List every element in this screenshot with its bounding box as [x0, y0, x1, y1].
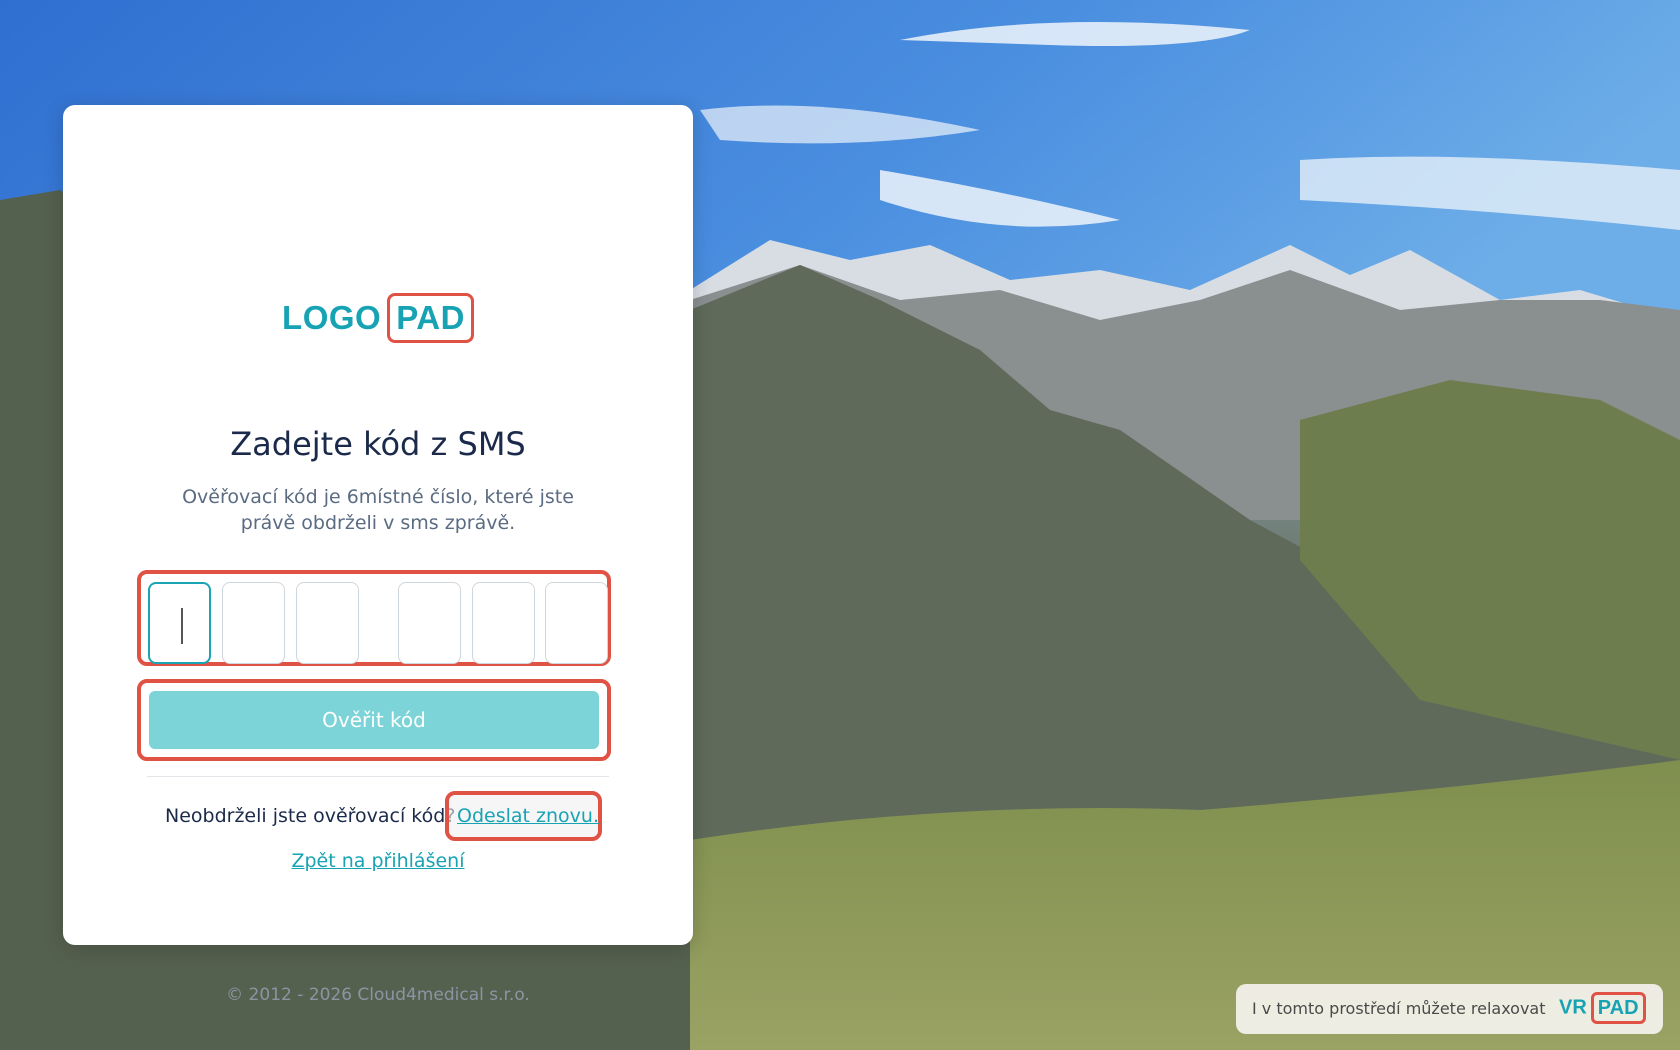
copyright: © 2012 - 2026 Cloud4medical s.r.o. — [226, 985, 530, 1005]
verify-code-button[interactable]: Ověřit kód — [149, 691, 599, 749]
promo-logo-text: VR — [1559, 996, 1587, 1019]
code-digit-5[interactable] — [472, 582, 535, 664]
resend-code-link[interactable]: Odeslat znovu. — [457, 805, 599, 827]
divider — [147, 776, 609, 777]
logo-text: LOGO — [282, 299, 382, 336]
resend-question: Neobdrželi jste ověřovací kód? — [165, 805, 456, 827]
login-page: LOGO PAD Zadejte kód z SMS Ověřovací kód … — [0, 0, 1680, 1050]
resend-link-highlight: Odeslat znovu. — [445, 791, 602, 841]
login-card: LOGO PAD Zadejte kód z SMS Ověřovací kód … — [63, 105, 693, 1005]
logo: LOGO PAD — [63, 293, 693, 343]
promo-logo[interactable]: VR PAD — [1559, 992, 1646, 1024]
page-subtitle: Ověřovací kód je 6místné číslo, které js… — [182, 486, 574, 534]
verify-button-highlight: Ověřit kód — [137, 679, 611, 761]
code-digit-3[interactable] — [296, 582, 359, 664]
promo-logo-text-highlight: PAD — [1590, 992, 1646, 1024]
logo-text-highlight: PAD — [387, 293, 474, 343]
code-digit-4[interactable] — [398, 582, 461, 664]
promo-text: I v tomto prostředí můžete relaxovat — [1252, 999, 1546, 1018]
back-to-login-link[interactable]: Zpět na přihlášení — [63, 850, 693, 872]
code-digit-6[interactable] — [545, 582, 608, 664]
page-title: Zadejte kód z SMS — [230, 425, 526, 463]
code-digit-2[interactable] — [222, 582, 285, 664]
sms-code-input-group — [137, 570, 611, 666]
resend-row: Neobdrželi jste ověřovací kód? Odeslat z… — [63, 791, 693, 841]
code-digit-1[interactable] — [148, 582, 211, 664]
promo-banner: I v tomto prostředí můžete relaxovat VR P… — [1236, 984, 1663, 1034]
text-cursor — [181, 608, 183, 644]
